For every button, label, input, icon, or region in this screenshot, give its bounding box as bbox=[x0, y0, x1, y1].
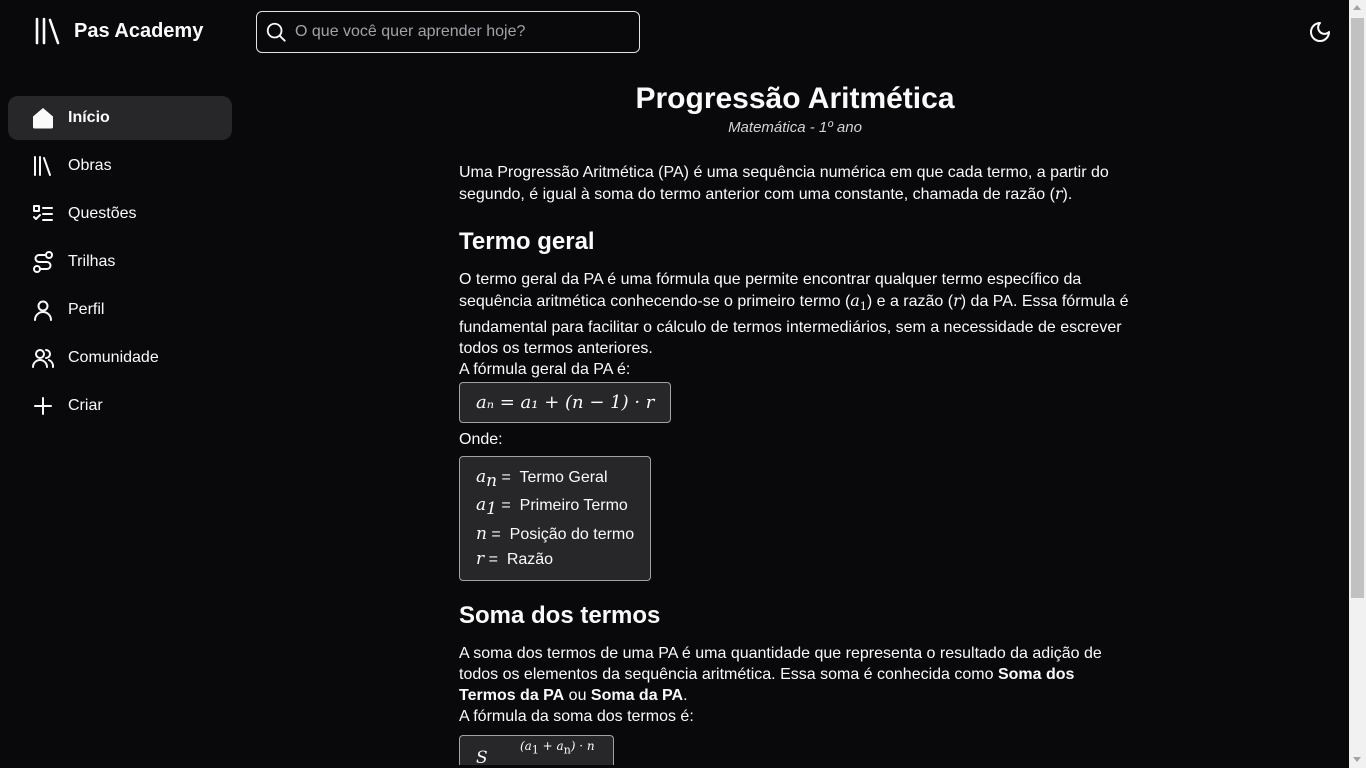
library-logo-icon bbox=[35, 17, 60, 45]
list-checks-icon bbox=[32, 203, 54, 225]
search-icon bbox=[266, 22, 286, 42]
sidebar-item-label: Obras bbox=[68, 157, 112, 174]
sidebar-item-label: Perfil bbox=[68, 301, 105, 318]
sidebar-nav: Início Obras Questões Trilhas Perfil Com… bbox=[8, 96, 232, 432]
sidebar-item-criar[interactable]: Criar bbox=[8, 384, 232, 428]
general-term-formula: aₙ = a₁ + (n − 1) · r bbox=[459, 382, 672, 424]
route-icon bbox=[32, 251, 54, 273]
page-subtitle: Matemática - 1º ano bbox=[728, 119, 862, 136]
moon-icon[interactable] bbox=[1308, 20, 1332, 44]
sidebar-item-label: Início bbox=[68, 109, 110, 126]
definition-row: a1 = Primeiro Termo bbox=[476, 495, 628, 520]
scroll-thumb[interactable] bbox=[1351, 18, 1364, 598]
plus-icon bbox=[32, 395, 54, 417]
sidebar-item-label: Questões bbox=[68, 205, 137, 222]
sidebar-item-label: Trilhas bbox=[68, 253, 116, 270]
definition-row: an = Termo Geral bbox=[476, 467, 608, 492]
termo-geral-paragraph: O termo geral da PA é uma fórmula que pe… bbox=[459, 271, 1129, 358]
sidebar-item-perfil[interactable]: Perfil bbox=[8, 288, 232, 332]
soma-paragraph: A soma dos termos de uma PA é uma quanti… bbox=[459, 644, 1102, 704]
intro-paragraph: Uma Progressão Aritmética (PA) é uma seq… bbox=[459, 164, 1109, 203]
app-logo[interactable]: Pas Academy bbox=[34, 16, 203, 46]
article-content: Progressão Aritmética Matemática - 1º an… bbox=[459, 80, 1131, 768]
page-title: Progressão Aritmética bbox=[635, 82, 955, 115]
scroll-up-arrow-icon[interactable] bbox=[1353, 5, 1361, 10]
app-name: Pas Academy bbox=[74, 19, 204, 42]
onde-label: Onde: bbox=[459, 431, 503, 449]
definition-row: n = Posição do termo bbox=[476, 523, 635, 544]
sidebar-item-obras[interactable]: Obras bbox=[8, 144, 232, 188]
soma-formula-intro: A fórmula da soma dos termos é: bbox=[459, 707, 694, 725]
search-input[interactable] bbox=[295, 23, 615, 41]
definitions-box: an = Termo Geral a1 = Primeiro Termo n =… bbox=[459, 456, 652, 581]
sidebar-item-label: Comunidade bbox=[68, 349, 159, 366]
formula-intro-text: A fórmula geral da PA é: bbox=[459, 361, 631, 379]
sidebar-item-inicio[interactable]: Início bbox=[8, 96, 232, 140]
section-heading-soma: Soma dos termos bbox=[459, 601, 661, 629]
home-icon bbox=[32, 107, 54, 129]
search-bar[interactable] bbox=[256, 11, 640, 53]
library-icon bbox=[32, 155, 54, 177]
sidebar-item-trilhas[interactable]: Trilhas bbox=[8, 240, 232, 284]
sidebar-item-comunidade[interactable]: Comunidade bbox=[8, 336, 232, 380]
page-scrollbar[interactable] bbox=[1349, 0, 1366, 768]
sum-formula: (a1 + an) · n S bbox=[459, 734, 614, 765]
sidebar-item-questoes[interactable]: Questões bbox=[8, 192, 232, 236]
section-heading-termo-geral: Termo geral bbox=[459, 228, 595, 255]
scroll-down-arrow-icon[interactable] bbox=[1353, 757, 1361, 762]
user-icon bbox=[32, 299, 54, 321]
sidebar-item-label: Criar bbox=[68, 397, 103, 414]
definition-row: r = Razão bbox=[476, 548, 554, 569]
users-icon bbox=[32, 347, 54, 369]
